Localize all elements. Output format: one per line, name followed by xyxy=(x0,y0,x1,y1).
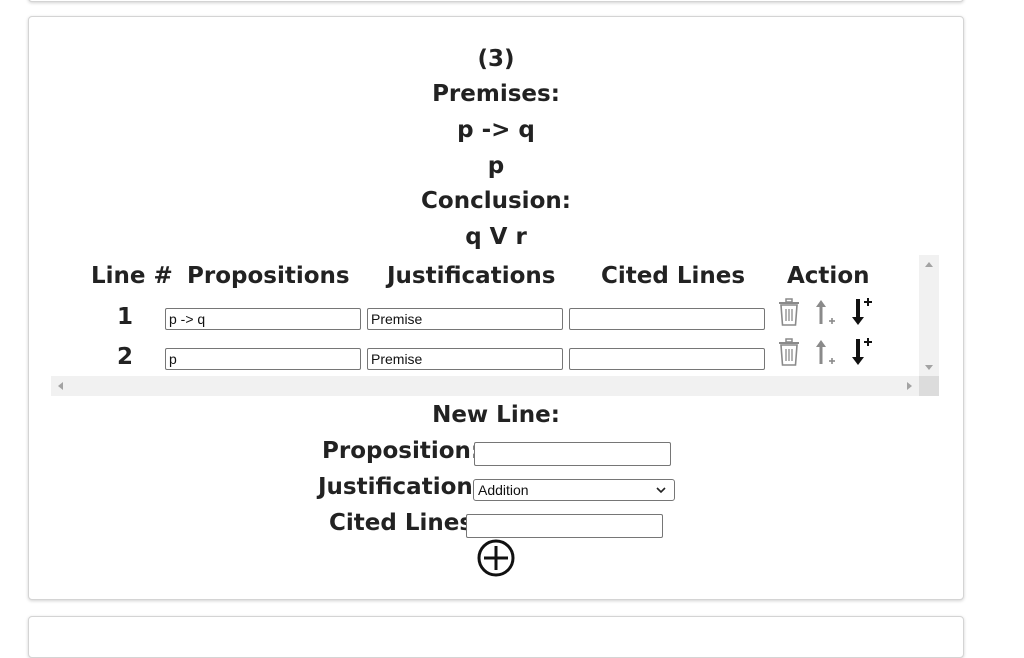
cited-lines-input[interactable] xyxy=(569,308,765,330)
proof-table: Line # Propositions Justifications Cited… xyxy=(51,255,939,396)
conclusion-value: q V r xyxy=(465,224,527,250)
chevron-down-icon xyxy=(656,487,666,494)
new-proposition-input[interactable] xyxy=(474,442,671,466)
column-header-cited-lines: Cited Lines xyxy=(601,263,746,289)
column-header-justifications: Justifications xyxy=(387,263,556,289)
premises-label: Premises: xyxy=(432,81,560,107)
insert-below-icon[interactable] xyxy=(848,336,874,368)
column-header-line: Line # xyxy=(91,263,173,289)
scroll-right-arrow-icon[interactable] xyxy=(907,382,912,390)
proposition-label: Proposition: xyxy=(322,438,481,464)
scrollbar-corner xyxy=(919,376,939,396)
problem-number: (3) xyxy=(477,46,515,72)
scroll-up-arrow-icon[interactable] xyxy=(925,262,933,267)
trash-icon[interactable] xyxy=(777,298,801,328)
conclusion-label: Conclusion: xyxy=(421,188,571,214)
next-problem-card xyxy=(28,616,964,658)
justification-input[interactable]: Premise xyxy=(367,348,563,370)
insert-above-icon[interactable] xyxy=(813,338,837,368)
insert-below-icon[interactable] xyxy=(848,296,874,328)
cited-lines-label: Cited Lines: xyxy=(329,510,483,536)
premise-item: p -> q xyxy=(457,117,535,143)
proposition-input[interactable]: p xyxy=(165,348,361,370)
scroll-down-arrow-icon[interactable] xyxy=(925,365,933,370)
insert-above-icon[interactable] xyxy=(813,298,837,328)
plus-circle-icon[interactable] xyxy=(476,538,516,578)
scroll-left-arrow-icon[interactable] xyxy=(58,382,63,390)
proposition-input[interactable]: p -> q xyxy=(165,308,361,330)
previous-problem-card xyxy=(28,0,964,2)
problem-card: (3) Premises: p -> q p Conclusion: q V r… xyxy=(28,16,964,600)
trash-icon[interactable] xyxy=(777,338,801,368)
justification-select-value: Addition xyxy=(478,482,529,498)
vertical-scrollbar[interactable] xyxy=(919,255,939,376)
horizontal-scrollbar[interactable] xyxy=(51,376,919,396)
line-number: 2 xyxy=(116,344,133,370)
new-line-title: New Line: xyxy=(432,402,560,428)
new-cited-lines-input[interactable] xyxy=(466,514,663,538)
justification-input[interactable]: Premise xyxy=(367,308,563,330)
column-header-propositions: Propositions xyxy=(187,263,350,289)
line-number: 1 xyxy=(116,304,133,330)
justification-select[interactable]: Addition xyxy=(473,479,675,501)
cited-lines-input[interactable] xyxy=(569,348,765,370)
column-header-action: Action xyxy=(787,263,870,289)
premise-item: p xyxy=(487,153,505,179)
justification-label: Justification: xyxy=(318,474,482,500)
